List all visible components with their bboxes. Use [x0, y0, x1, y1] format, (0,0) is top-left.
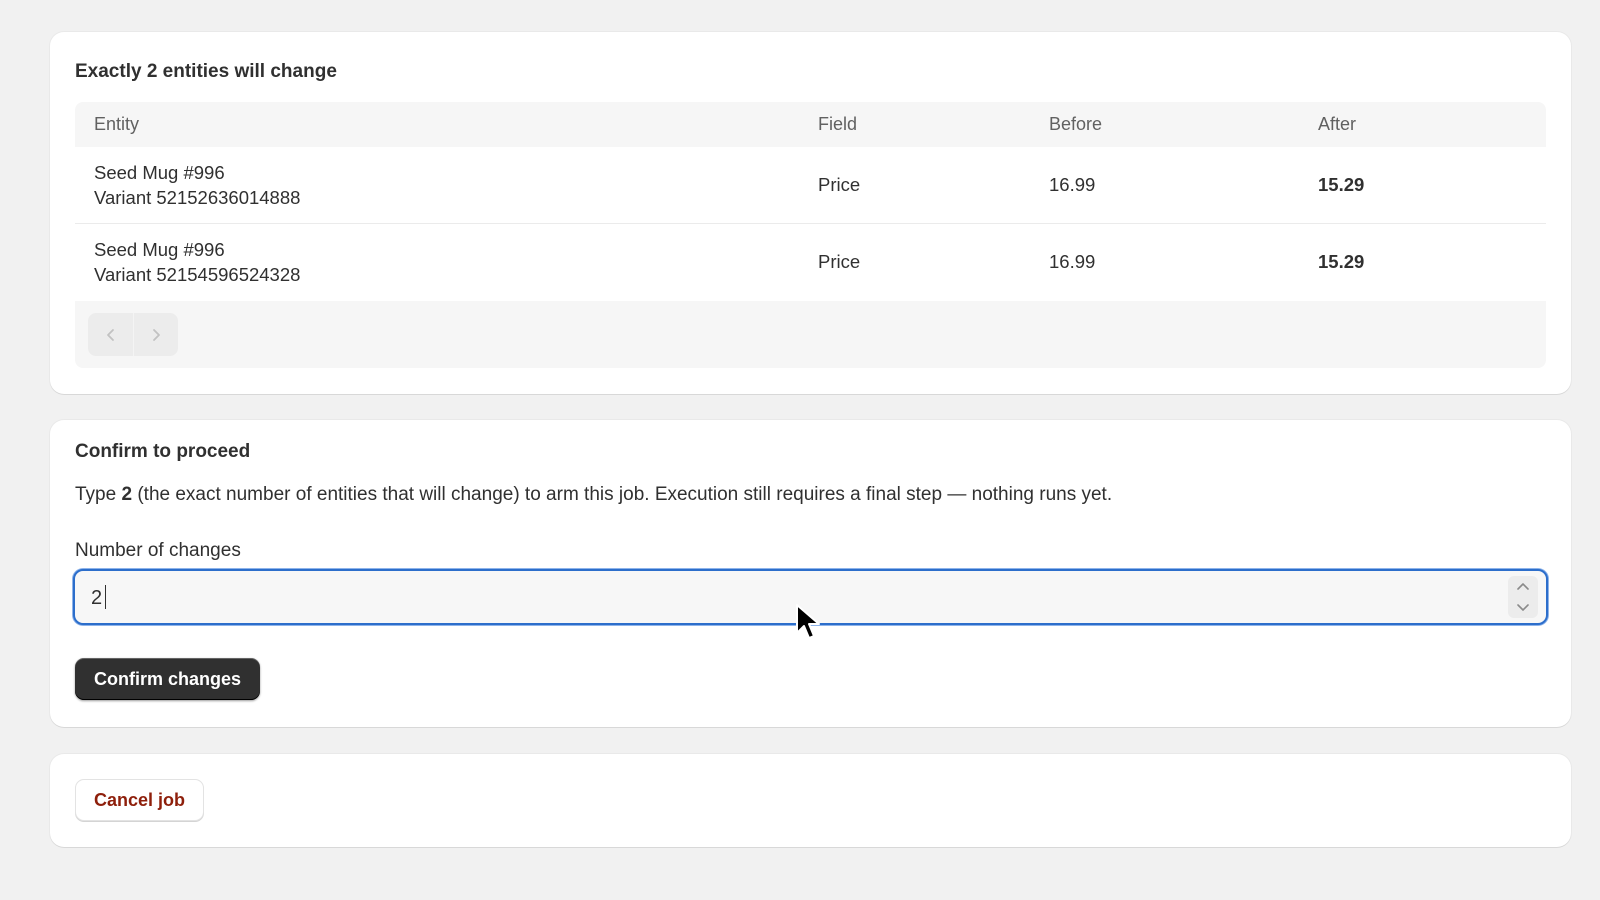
- page: Exactly 2 entities will change Entity Fi…: [0, 0, 1600, 900]
- number-of-changes-field[interactable]: [73, 569, 1548, 625]
- column-header-field: Field: [818, 114, 858, 134]
- entity-variant: Variant 52154596524328: [94, 264, 301, 285]
- number-stepper[interactable]: [1508, 576, 1538, 618]
- cancel-job-button[interactable]: Cancel job: [75, 779, 205, 821]
- desc-number: 2: [121, 484, 133, 505]
- decrement-button[interactable]: [1508, 598, 1538, 616]
- chevron-left-icon: [106, 328, 114, 341]
- entity-cell: Seed Mug #996 Variant 52154596524328: [94, 237, 300, 287]
- entity-name: Seed Mug #996: [94, 239, 225, 260]
- preview-title: Exactly 2 entities will change: [75, 61, 337, 82]
- changes-table: Entity Field Before After Seed Mug #996 …: [75, 102, 1546, 368]
- table-row: Seed Mug #996 Variant 52152636014888 Pri…: [75, 147, 1546, 224]
- number-of-changes-label: Number of changes: [75, 540, 241, 561]
- field-cell: Price: [818, 251, 861, 272]
- number-of-changes-input[interactable]: [91, 584, 1471, 612]
- after-value: 15.29: [1318, 174, 1365, 195]
- before-value: 16.99: [1049, 251, 1096, 272]
- pagination-bar: [75, 301, 1546, 368]
- changes-preview-card: Exactly 2 entities will change Entity Fi…: [50, 32, 1571, 394]
- chevron-up-icon: [1517, 583, 1529, 590]
- confirm-changes-button[interactable]: Confirm changes: [75, 658, 261, 700]
- table-row: Seed Mug #996 Variant 52154596524328 Pri…: [75, 224, 1546, 301]
- table-header: Entity Field Before After: [75, 102, 1546, 147]
- desc-prefix: Type: [75, 484, 122, 505]
- entity-variant: Variant 52152636014888: [94, 187, 301, 208]
- previous-page-button[interactable]: [88, 313, 133, 356]
- confirm-title: Confirm to proceed: [75, 441, 251, 462]
- desc-suffix: (the exact number of entities that will …: [132, 484, 1113, 505]
- pagination: [88, 313, 178, 356]
- chevron-down-icon: [1517, 604, 1529, 611]
- field-cell: Price: [818, 174, 861, 195]
- confirm-description: Type 2 (the exact number of entities tha…: [75, 484, 1112, 506]
- column-header-before: Before: [1049, 114, 1103, 134]
- chevron-right-icon: [153, 328, 160, 341]
- confirm-card: Confirm to proceed Type 2 (the exact num…: [50, 420, 1571, 727]
- column-header-after: After: [1318, 114, 1357, 134]
- before-value: 16.99: [1049, 174, 1096, 195]
- cancel-card: Cancel job: [50, 754, 1571, 847]
- entity-cell: Seed Mug #996 Variant 52152636014888: [94, 160, 300, 210]
- entity-name: Seed Mug #996: [94, 162, 225, 183]
- increment-button[interactable]: [1508, 578, 1538, 596]
- next-page-button[interactable]: [133, 313, 178, 356]
- column-header-entity: Entity: [94, 114, 140, 134]
- text-caret: [105, 585, 106, 609]
- after-value: 15.29: [1318, 251, 1365, 272]
